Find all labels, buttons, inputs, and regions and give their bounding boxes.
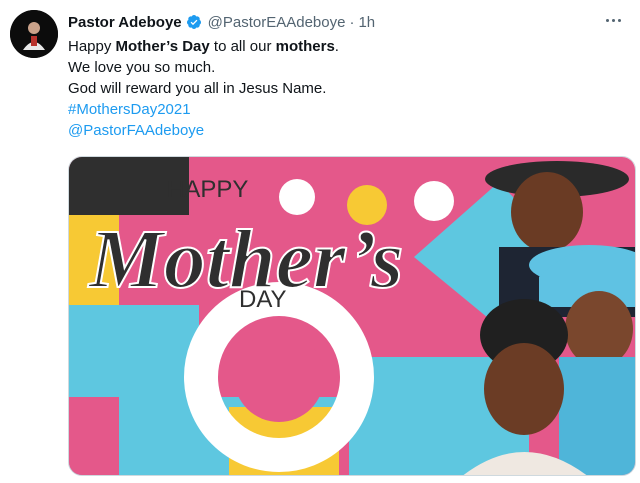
tweet-timestamp[interactable]: 1h: [358, 14, 375, 31]
avatar-image: [10, 10, 58, 58]
author-name[interactable]: Pastor Adeboye: [68, 14, 182, 31]
more-options-icon[interactable]: [600, 10, 626, 30]
text-segment: .: [334, 38, 339, 55]
day-text: DAY: [239, 286, 287, 313]
author-avatar[interactable]: [10, 10, 58, 58]
mention-link[interactable]: @PastorFAAdeboye: [68, 120, 618, 141]
tweet-line-1: Happy Mother’s Day to all our mothers.: [68, 36, 618, 57]
verified-badge-icon: [186, 15, 201, 29]
text-segment: Happy: [68, 38, 116, 55]
text-segment: to all our: [209, 38, 276, 55]
tweet-media-image[interactable]: HAPPY Mother’s DAY: [68, 156, 636, 476]
happy-text: HAPPY: [167, 176, 248, 203]
tweet-header: Pastor Adeboye @PastorEAAdeboye · 1h: [68, 11, 624, 33]
tweet-text: Happy Mother’s Day to all our mothers. W…: [68, 36, 618, 141]
author-handle[interactable]: @PastorEAAdeboye: [208, 14, 346, 31]
bold-text-mothers: mothers: [275, 38, 335, 55]
hashtag-link[interactable]: #MothersDay2021: [68, 99, 618, 120]
tweet-line-2: We love you so much.: [68, 59, 216, 76]
tweet-line-3: God will reward you all in Jesus Name.: [68, 80, 327, 97]
separator-dot: ·: [349, 13, 355, 31]
mothers-day-graphic: HAPPY Mother’s DAY: [69, 157, 635, 475]
bold-text-mothers-day: Mother’s Day: [115, 38, 210, 55]
